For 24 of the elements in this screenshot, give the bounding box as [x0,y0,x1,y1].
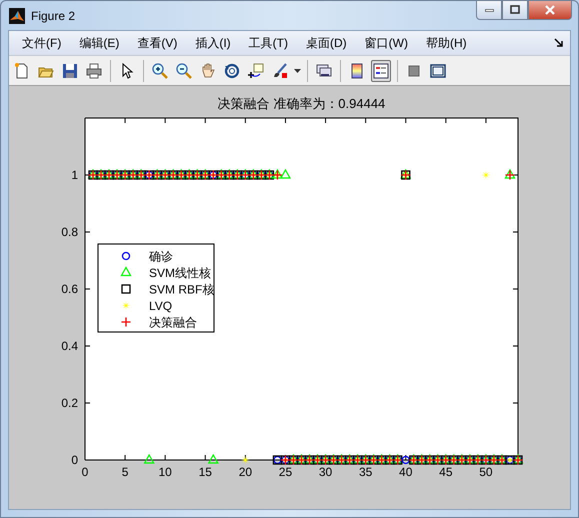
legend-label: 确诊 [149,250,173,264]
tick-label: 0 [71,453,78,467]
legend-label: SVM RBF核 [149,282,214,296]
tick-label: 15 [198,465,212,479]
tick-label: 35 [358,465,372,479]
tick-label: 0.4 [61,339,78,353]
tick-label: 0 [82,465,88,479]
tick-label: 50 [479,465,493,479]
tick-label: 1 [71,168,78,182]
tick-label: 0.6 [61,282,78,296]
chart-title: 决策融合 准确率为：0.94444 [218,96,386,111]
tick-label: 25 [278,465,292,479]
tick-label: 5 [122,465,128,479]
window-title: Figure 2 [31,8,76,22]
tick-label: 40 [399,465,412,479]
tick-label: 30 [318,465,332,479]
legend-label: SVM线性核 [149,266,212,280]
tick-label: 0.2 [61,396,78,410]
legend-label: 决策融合 [149,316,197,330]
tick-label: 10 [158,465,172,479]
legend-label: LVQ [149,299,172,313]
tick-label: 45 [439,465,453,479]
tick-label: 20 [238,465,252,479]
tick-label: 0.8 [61,225,78,239]
